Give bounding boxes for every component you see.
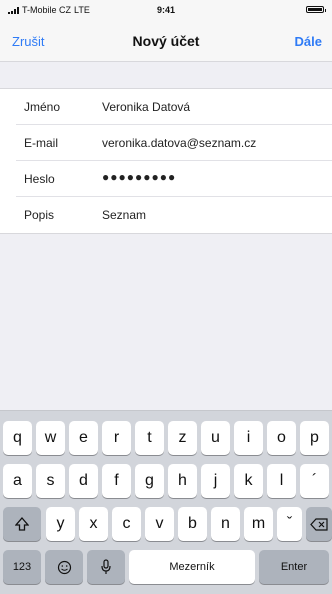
key-k[interactable]: k (234, 464, 263, 498)
key-x[interactable]: x (79, 507, 108, 541)
key-u[interactable]: u (201, 421, 230, 455)
keyboard: q w e r t z u i o p a s d f g h j k l ´ … (0, 410, 332, 594)
battery-icon (306, 6, 326, 13)
space-key[interactable]: Mezerník (129, 550, 255, 584)
next-button[interactable]: Dále (295, 34, 322, 49)
email-label: E-mail (24, 136, 59, 150)
delete-key[interactable] (306, 507, 332, 541)
emoji-key[interactable] (45, 550, 83, 584)
key-caron[interactable]: ˇ (277, 507, 302, 541)
key-z[interactable]: z (168, 421, 197, 455)
form-row-description[interactable]: Popis Seznam (0, 197, 332, 233)
key-q[interactable]: q (3, 421, 32, 455)
emoji-icon (57, 560, 71, 574)
mic-icon (101, 559, 111, 575)
key-h[interactable]: h (168, 464, 197, 498)
status-time: 9:41 (156, 5, 175, 15)
key-b[interactable]: b (178, 507, 207, 541)
form-row-name[interactable]: Jméno Veronika Datová (0, 89, 332, 125)
key-s[interactable]: s (36, 464, 65, 498)
key-g[interactable]: g (135, 464, 164, 498)
email-field[interactable]: veronika.datova@seznam.cz (102, 136, 256, 150)
description-field[interactable]: Seznam (102, 208, 146, 222)
name-field[interactable]: Veronika Datová (102, 100, 190, 114)
navigation-bar: Zrušit Nový účet Dále (0, 22, 332, 62)
key-r[interactable]: r (102, 421, 131, 455)
form-row-email[interactable]: E-mail veronika.datova@seznam.cz (0, 125, 332, 161)
name-label: Jméno (24, 100, 61, 114)
password-label: Heslo (24, 172, 55, 186)
key-j[interactable]: j (201, 464, 230, 498)
status-bar: T-Mobile CZ LTE 9:41 (0, 0, 332, 22)
page-title: Nový účet (132, 33, 200, 49)
key-c[interactable]: c (112, 507, 141, 541)
key-n[interactable]: n (211, 507, 240, 541)
delete-icon (310, 517, 328, 531)
key-i[interactable]: i (234, 421, 263, 455)
key-w[interactable]: w (36, 421, 65, 455)
enter-key[interactable]: Enter (259, 550, 329, 584)
key-t[interactable]: t (135, 421, 164, 455)
dictation-key[interactable] (87, 550, 125, 584)
numbers-key[interactable]: 123 (3, 550, 41, 584)
key-l[interactable]: l (267, 464, 296, 498)
key-a[interactable]: a (3, 464, 32, 498)
description-label: Popis (24, 208, 55, 222)
password-field[interactable]: ●●●●●●●●● (102, 170, 176, 184)
key-p[interactable]: p (300, 421, 329, 455)
key-v[interactable]: v (145, 507, 174, 541)
key-acute[interactable]: ´ (300, 464, 329, 498)
key-o[interactable]: o (267, 421, 296, 455)
shift-icon (14, 517, 30, 531)
key-e[interactable]: e (69, 421, 98, 455)
shift-key[interactable] (3, 507, 41, 541)
form-row-password[interactable]: Heslo ●●●●●●●●● (0, 161, 332, 197)
key-d[interactable]: d (69, 464, 98, 498)
key-m[interactable]: m (244, 507, 273, 541)
key-y[interactable]: y (46, 507, 75, 541)
key-f[interactable]: f (102, 464, 131, 498)
account-form: Jméno Veronika Datová E-mail veronika.da… (0, 88, 332, 234)
